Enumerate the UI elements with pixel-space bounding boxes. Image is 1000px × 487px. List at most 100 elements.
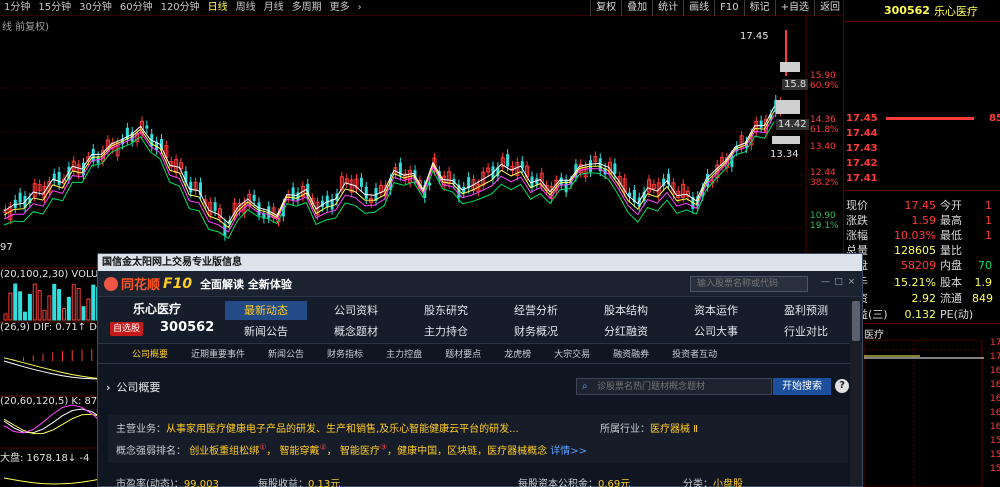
more-arrow-icon[interactable]: › [354,0,366,16]
period-more[interactable]: 更多 [326,0,354,16]
period-multi[interactable]: 多周期 [288,0,326,16]
tab-dividends[interactable]: 分红融资 [585,322,667,341]
stock-search-input[interactable] [690,276,808,292]
tab-capital-ops[interactable]: 资本运作 [675,301,757,320]
details-link[interactable]: 详情>> [550,446,587,457]
period-30min[interactable]: 30分钟 [75,0,116,16]
period-tabs: 1分钟 15分钟 30分钟 60分钟 120分钟 日线 周线 月线 多周期 更多… [0,0,366,16]
f10-scrollbar[interactable] [850,297,862,486]
period-1min[interactable]: 1分钟 [0,0,34,16]
orderbook-row[interactable]: 17.44 [846,128,878,139]
quote-row: 总量 128605 量比 [846,244,962,257]
volume-bar [76,287,81,321]
brand-slogan: 全面解读 全新体验 [200,277,292,291]
candle [613,163,617,175]
concept-item[interactable]: 智能医疗 [340,446,380,457]
candle [57,171,61,185]
volume-bar [27,293,32,321]
tab-financials[interactable]: 财务概况 [495,322,577,341]
watchlist-badge[interactable]: 自选股 [110,322,144,336]
volume-bar [23,311,27,321]
orderbook-row[interactable]: 17.41 [846,173,878,184]
main-business-value: 从事家用医疗健康电子产品的研发、生产和销售,及乐心智能健康云平台的研发... [166,424,519,435]
volume-bar [86,298,91,321]
tab-shareholders[interactable]: 股东研究 [405,301,487,320]
quote-row: 涨跌 1.59 最高 1 [846,214,992,227]
f10-nav: 乐心医疗 自选股 300562 最新动态 公司资料 股东研究 经营分析 股本结构… [98,297,862,344]
draw-line-button[interactable]: 画线 [683,0,714,16]
subtab-block-trade[interactable]: 大宗交易 [554,347,590,360]
adjust-button[interactable]: 复权 [590,0,621,16]
period-daily[interactable]: 日线 [204,0,232,16]
axis-pct-1: 60.9% [810,81,839,91]
axis-pct-4: 38.2% [810,178,839,188]
section-header: › 公司概要 ⌕ 开始搜索 ? [98,375,850,399]
subtab-investor-qa[interactable]: 投资者互动 [672,347,717,360]
concept-item[interactable]: 智能穿戴 [280,446,320,457]
add-watchlist-button[interactable]: +自选 [774,0,814,16]
intraday-mini-chart[interactable] [844,340,1000,487]
subtab-theme-points[interactable]: 题材要点 [445,347,481,360]
period-120min[interactable]: 120分钟 [157,0,204,16]
tab-share-structure[interactable]: 股本结构 [585,301,667,320]
concept-search-input[interactable] [576,378,772,395]
subtab-overview[interactable]: 公司概要 [132,347,168,360]
mark-button[interactable]: 标记 [743,0,775,16]
f10-button[interactable]: F10 [714,0,743,16]
stats-button[interactable]: 统计 [652,0,683,16]
back-button[interactable]: 返回 [814,0,845,16]
orderbook-row[interactable]: 17.43 [846,143,878,154]
volume-bar [18,291,23,321]
volume-bar [8,292,13,321]
scrollbar-thumb[interactable] [852,301,860,341]
axis-price-5: 10.90 [810,211,836,221]
tab-operations[interactable]: 经营分析 [495,301,577,320]
volume-bar [71,284,76,321]
tab-latest-news[interactable]: 最新动态 [225,301,307,320]
start-search-button[interactable]: 开始搜索 [773,378,831,395]
period-weekly[interactable]: 周线 [232,0,260,16]
tab-company-events[interactable]: 公司大事 [675,322,757,341]
tab-major-holdings[interactable]: 主力持仓 [405,322,487,341]
subtab-main-control[interactable]: 主力控盘 [386,347,422,360]
f10-header: 同花顺 F10 全面解读 全新体验 — □ × [98,271,862,297]
tab-news-notices[interactable]: 新闻公告 [225,322,307,341]
period-monthly[interactable]: 月线 [260,0,288,16]
candle [189,181,193,193]
quote-row: 外盘58209内盘70 [846,259,992,272]
quote-name: 乐心医疗 [933,4,978,18]
maximize-icon[interactable]: □ [833,277,844,288]
close-icon[interactable]: × [846,277,857,288]
industry-value[interactable]: 医疗器械 Ⅱ [650,424,698,435]
f10-window-title[interactable]: 国信金太阳网上交易专业版信息 [98,254,862,271]
tab-company-profile[interactable]: 公司资料 [315,301,397,320]
mini-chart-title: 医疗 [864,330,884,341]
help-icon[interactable]: ? [835,379,849,393]
candle-highlight [780,62,800,72]
high-marker: 17.45 [740,31,769,42]
tab-concepts[interactable]: 概念题材 [315,322,397,341]
orderbook-row[interactable]: 17.45 85 [846,113,1000,124]
period-15min[interactable]: 15分钟 [34,0,75,16]
subtab-news[interactable]: 新闻公告 [268,347,304,360]
chevron-right-icon[interactable]: › [106,381,110,394]
subtab-margin[interactable]: 融资融券 [613,347,649,360]
concept-item[interactable]: 创业板重组松绑 [189,446,259,457]
subtab-recent-events[interactable]: 近期重要事件 [191,347,245,360]
period-60min[interactable]: 60分钟 [116,0,157,16]
search-icon: ⌕ [582,381,588,392]
orderbook-row[interactable]: 17.42 [846,158,878,169]
subtab-fin-indicators[interactable]: 财务指标 [327,347,363,360]
tab-profit-forecast[interactable]: 盈利预测 [765,301,847,320]
main-business-row: 主营业务：从事家用医疗健康电子产品的研发、生产和销售,及乐心智能健康云平台的研发… [116,420,519,435]
subtab-dragon-tiger[interactable]: 龙虎榜 [504,347,531,360]
metric-capital-reserve: 每股资本公积金：0.69元 [518,479,631,487]
candle [252,194,256,201]
tab-industry-compare[interactable]: 行业对比 [765,322,847,341]
minimize-icon[interactable]: — [820,277,831,288]
overlay-button[interactable]: 叠加 [621,0,652,16]
divider [844,323,1000,324]
candle [145,125,149,129]
volume-bar [52,283,57,321]
concept-tail[interactable]: ，健康中国，区块链，医疗器械概念 [387,446,547,457]
